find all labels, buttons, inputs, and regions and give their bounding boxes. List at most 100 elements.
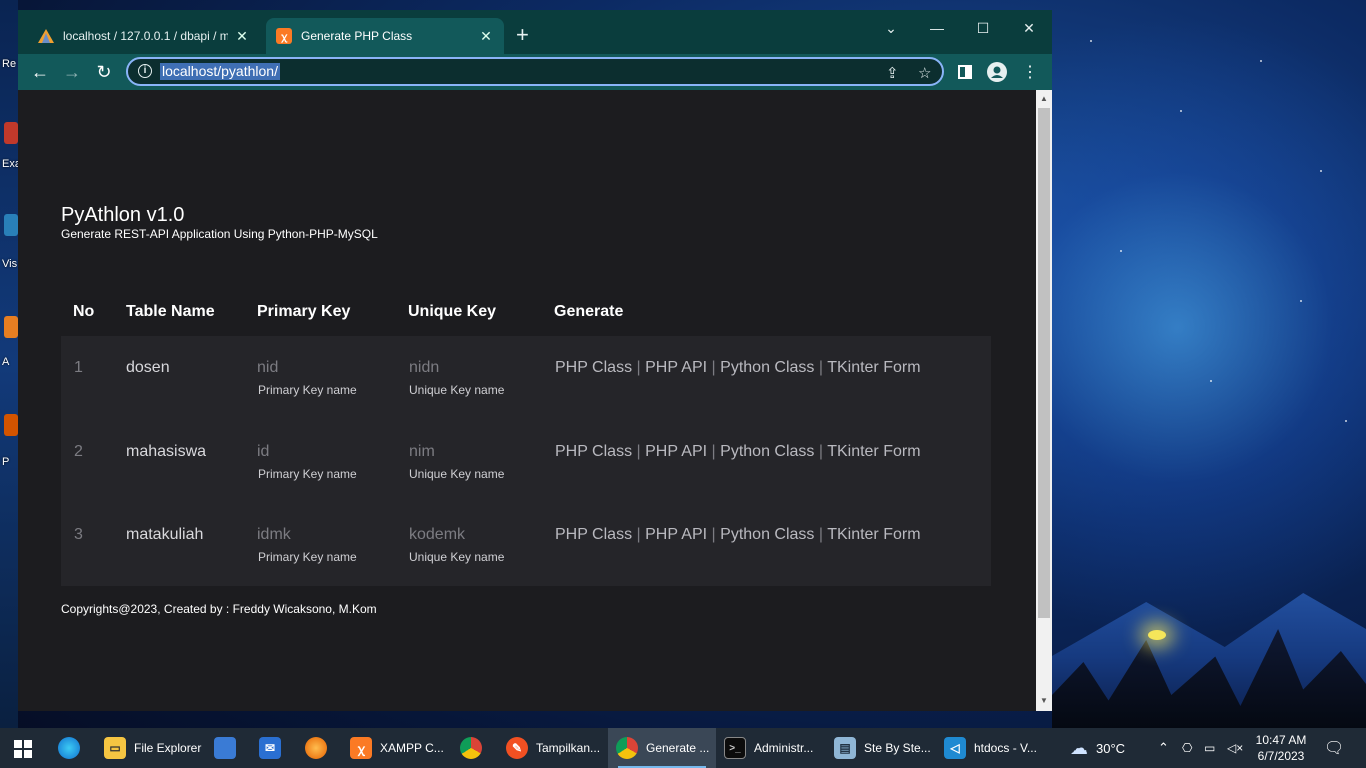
tab-bar: localhost / 127.0.0.1 / dbapi / ma ✕ ꭓ G…: [18, 10, 1052, 54]
scroll-down-icon[interactable]: ▼: [1040, 696, 1048, 705]
menu-kebab-icon[interactable]: ⋮: [1017, 59, 1043, 85]
tab-title: Generate PHP Class: [301, 29, 413, 43]
page-subtitle: Generate REST-API Application Using Pyth…: [61, 227, 378, 241]
share-icon[interactable]: ⇪: [886, 64, 899, 82]
star: [1320, 170, 1322, 172]
taskbar-app-tampilkan[interactable]: ✎ Tampilkan...: [498, 728, 602, 768]
show-hidden-icons-icon[interactable]: ⌃: [1158, 728, 1169, 768]
desktop-icon-label[interactable]: Re: [2, 58, 16, 70]
python-class-link[interactable]: Python Class: [720, 526, 814, 543]
back-button[interactable]: ←: [27, 59, 53, 85]
taskbar-app-administrator[interactable]: >_ Administr...: [718, 728, 826, 768]
new-tab-button[interactable]: +: [516, 24, 529, 46]
desktop-app-icon[interactable]: [4, 316, 18, 338]
tkinter-form-link[interactable]: TKinter Form: [827, 443, 920, 460]
python-class-link[interactable]: Python Class: [720, 359, 814, 376]
star: [1300, 300, 1302, 302]
address-bar[interactable]: i localhost/pyathlon/ ⇪ ☆: [126, 57, 944, 86]
taskbar-app-label: htdocs - V...: [974, 741, 1037, 755]
taskbar-app-vscode[interactable]: ◁ htdocs - V...: [940, 728, 1048, 768]
unique-key-hint: Unique Key name: [409, 467, 505, 481]
vertical-scrollbar[interactable]: ▲ ▼: [1036, 90, 1052, 711]
meet-now-icon[interactable]: ⎔: [1182, 728, 1192, 768]
tab-title: localhost / 127.0.0.1 / dbapi / ma: [63, 29, 228, 43]
python-class-link[interactable]: Python Class: [720, 443, 814, 460]
primary-key-input[interactable]: idmk: [257, 526, 291, 544]
primary-key-input[interactable]: id: [257, 443, 269, 461]
browser-window: localhost / 127.0.0.1 / dbapi / ma ✕ ꭓ G…: [18, 10, 1052, 711]
volume-muted-icon[interactable]: ◁×: [1227, 728, 1243, 768]
php-class-link[interactable]: PHP Class: [555, 443, 632, 460]
close-tab-icon[interactable]: ✕: [478, 28, 494, 45]
table-name: mahasiswa: [126, 443, 207, 460]
tkinter-form-link[interactable]: TKinter Form: [827, 526, 920, 543]
phpmyadmin-icon: [38, 28, 54, 44]
minimize-button[interactable]: —: [914, 14, 960, 42]
taskbar: ▭ File Explorer ✉ ꭓ XAMPP C... ✎ Tampilk…: [0, 728, 1366, 768]
unique-key-input[interactable]: kodemk: [409, 526, 465, 544]
weather-widget[interactable]: ☁ 30°C: [1070, 728, 1125, 768]
taskbar-app-xampp[interactable]: ꭓ XAMPP C...: [342, 728, 446, 768]
php-api-link[interactable]: PHP API: [645, 359, 707, 376]
wallpaper-firefly: [1148, 630, 1166, 640]
php-class-link[interactable]: PHP Class: [555, 359, 632, 376]
forward-button[interactable]: →: [59, 59, 85, 85]
primary-key-hint: Primary Key name: [258, 383, 357, 397]
unique-key-input[interactable]: nidn: [409, 359, 439, 377]
xampp-icon: ꭓ: [350, 737, 372, 759]
star: [1345, 420, 1347, 422]
firefox-icon[interactable]: [305, 728, 335, 768]
tkinter-form-link[interactable]: TKinter Form: [827, 359, 920, 376]
desktop-icon-label[interactable]: P: [2, 456, 9, 468]
star: [1180, 110, 1182, 112]
desktop-app-icon[interactable]: [4, 122, 18, 144]
php-class-link[interactable]: PHP Class: [555, 526, 632, 543]
page-footer: Copyrights@2023, Created by : Freddy Wic…: [61, 602, 377, 616]
primary-key-input[interactable]: nid: [257, 359, 278, 377]
taskbar-app-label: Administr...: [754, 741, 814, 755]
edge-icon[interactable]: [58, 728, 88, 768]
profile-avatar-icon[interactable]: [984, 59, 1010, 85]
taskbar-clock[interactable]: 10:47 AM 6/7/2023: [1250, 732, 1312, 764]
table-name: dosen: [126, 359, 170, 376]
bookmark-star-icon[interactable]: ☆: [918, 64, 931, 82]
taskbar-app-generate[interactable]: Generate ...: [608, 728, 716, 768]
php-api-link[interactable]: PHP API: [645, 443, 707, 460]
desktop-app-icon[interactable]: [4, 214, 18, 236]
address-url[interactable]: localhost/pyathlon/: [160, 63, 280, 80]
side-panel-icon[interactable]: [952, 59, 978, 85]
site-info-icon[interactable]: i: [138, 64, 152, 78]
store-icon[interactable]: [214, 728, 244, 768]
generate-links: PHP Class | PHP API | Python Class | TKi…: [555, 526, 921, 544]
page-viewport: PyAthlon v1.0 Generate REST-API Applicat…: [18, 90, 1036, 711]
taskbar-app-label: File Explorer: [134, 741, 202, 755]
tab-search-icon[interactable]: ⌄: [868, 14, 914, 42]
tab-phpmyadmin[interactable]: localhost / 127.0.0.1 / dbapi / ma ✕: [28, 18, 260, 54]
maximize-button[interactable]: ☐: [960, 14, 1006, 42]
column-header-generate: Generate: [554, 303, 624, 320]
reload-button[interactable]: ↻: [91, 59, 117, 85]
row-number: 2: [74, 443, 83, 460]
taskbar-app-file-explorer[interactable]: ▭ File Explorer: [96, 728, 206, 768]
scroll-up-icon[interactable]: ▲: [1040, 94, 1048, 103]
chrome-icon[interactable]: [460, 728, 490, 768]
desktop-icon-label[interactable]: Vis: [2, 258, 17, 270]
scrollbar-thumb[interactable]: [1038, 108, 1050, 618]
desktop-icon-label[interactable]: A: [2, 356, 9, 368]
taskbar-app-step-by-step[interactable]: ▤ Ste By Ste...: [830, 728, 936, 768]
unique-key-input[interactable]: nim: [409, 443, 435, 461]
generate-links: PHP Class | PHP API | Python Class | TKi…: [555, 443, 921, 461]
desktop-app-icon[interactable]: [4, 414, 18, 436]
close-window-button[interactable]: ✕: [1006, 14, 1052, 42]
link-separator: |: [711, 443, 716, 460]
notifications-icon[interactable]: 🗨: [1324, 728, 1344, 768]
star: [1090, 40, 1092, 42]
close-tab-icon[interactable]: ✕: [234, 28, 250, 45]
php-api-link[interactable]: PHP API: [645, 526, 707, 543]
taskbar-app-label: Tampilkan...: [536, 741, 601, 755]
network-icon[interactable]: ▭: [1204, 728, 1215, 768]
primary-key-hint: Primary Key name: [258, 467, 357, 481]
mail-icon[interactable]: ✉: [259, 728, 289, 768]
tab-generate-php-class[interactable]: ꭓ Generate PHP Class ✕: [266, 18, 504, 54]
windows-start-icon[interactable]: [14, 740, 32, 758]
